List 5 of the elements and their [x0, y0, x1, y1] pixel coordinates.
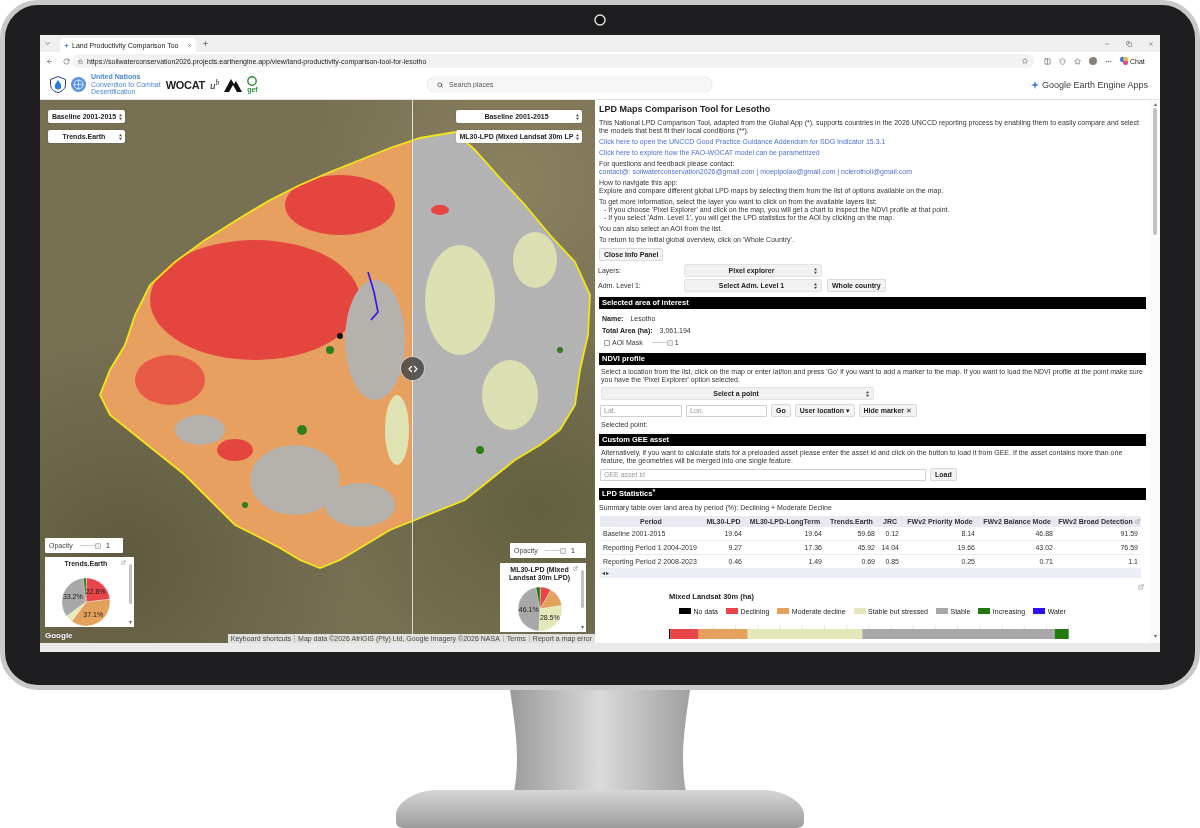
logo-wordmark: WOCAT: [165, 78, 205, 91]
map-logo: Google: [45, 631, 73, 640]
panel-title: LPD Maps Comparison Tool for Lesotho: [599, 104, 771, 115]
logo-wordmark: u$^{b}$: [209, 78, 220, 91]
app-brand: Google Earth Engine Apps: [1041, 79, 1148, 90]
